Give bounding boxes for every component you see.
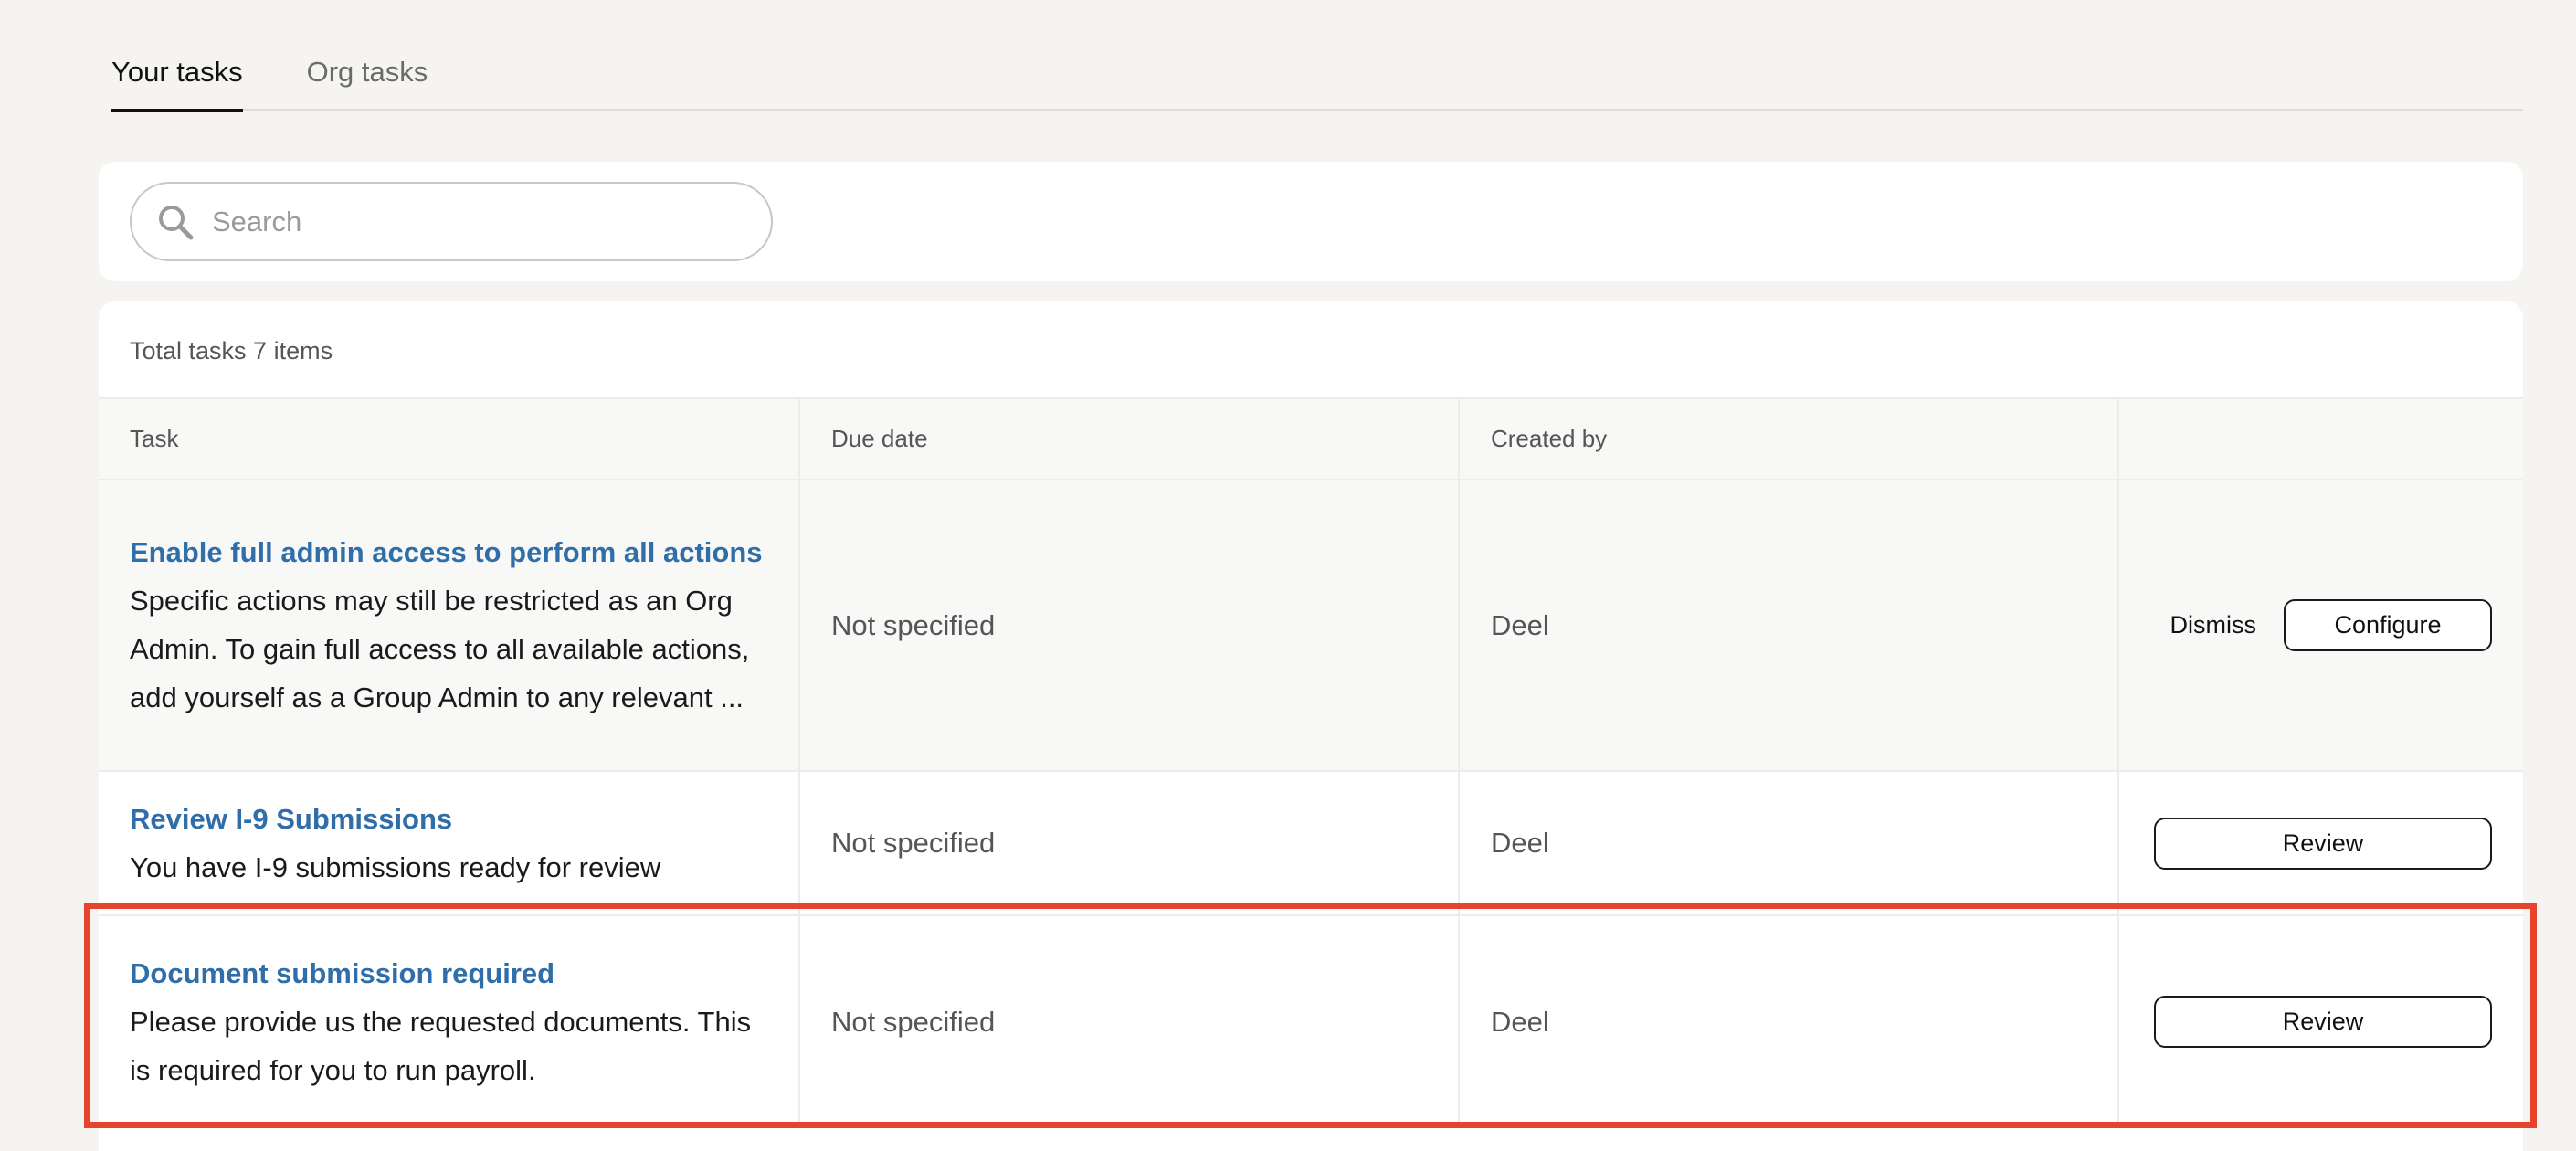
header-actions bbox=[2119, 399, 2523, 479]
search-box[interactable] bbox=[130, 182, 773, 261]
task-title-link[interactable]: Document submission required bbox=[130, 950, 798, 998]
due-date: Not specified bbox=[831, 1005, 996, 1038]
due-date: Not specified bbox=[831, 827, 996, 859]
created-by-cell: Deel bbox=[1460, 772, 2119, 914]
search-icon bbox=[159, 205, 194, 239]
header-created-by: Created by bbox=[1460, 399, 2119, 479]
header-due-date: Due date bbox=[800, 399, 1460, 479]
task-description: Specific actions may still be restricted… bbox=[130, 585, 750, 713]
created-by: Deel bbox=[1491, 608, 1549, 641]
tab-your-tasks[interactable]: Your tasks bbox=[111, 37, 243, 112]
table-header: Task Due date Created by bbox=[99, 397, 2523, 479]
created-by-cell: Deel bbox=[1460, 916, 2119, 1127]
actions-cell: Review bbox=[2119, 916, 2523, 1127]
task-cell: Enable full admin access to perform all … bbox=[99, 480, 800, 770]
table-row: Enable full admin access to perform all … bbox=[99, 479, 2523, 770]
configure-button[interactable]: Configure bbox=[2284, 599, 2492, 651]
task-title-link[interactable]: Enable full admin access to perform all … bbox=[130, 529, 798, 576]
due-date-cell: Not specified bbox=[800, 916, 1460, 1127]
search-input[interactable] bbox=[212, 205, 723, 238]
task-cell: Review I-9 Submissions You have I-9 subm… bbox=[99, 772, 800, 914]
row-actions: Dismiss Configure bbox=[2170, 599, 2492, 651]
header-task: Task bbox=[99, 399, 800, 479]
task-cell: Document submission required Please prov… bbox=[99, 916, 800, 1127]
task-title-link[interactable]: Review I-9 Submissions bbox=[130, 796, 798, 843]
task-description: Please provide us the requested document… bbox=[130, 1005, 752, 1086]
tab-org-tasks[interactable]: Org tasks bbox=[307, 37, 428, 111]
due-date-cell: Not specified bbox=[800, 480, 1460, 770]
task-description: You have I-9 submissions ready for revie… bbox=[130, 850, 661, 883]
created-by: Deel bbox=[1491, 827, 1549, 859]
search-card bbox=[99, 162, 2523, 281]
table-row: Review I-9 Submissions You have I-9 subm… bbox=[99, 770, 2523, 914]
dismiss-button[interactable]: Dismiss bbox=[2170, 611, 2257, 639]
total-tasks-label: Total tasks 7 items bbox=[130, 337, 333, 364]
created-by-cell: Deel bbox=[1460, 480, 2119, 770]
tab-bar: Your tasks Org tasks bbox=[111, 37, 2523, 112]
review-button[interactable]: Review bbox=[2154, 817, 2492, 870]
created-by: Deel bbox=[1491, 1005, 1549, 1038]
actions-cell: Review bbox=[2119, 772, 2523, 914]
actions-cell: Dismiss Configure bbox=[2119, 480, 2523, 770]
due-date-cell: Not specified bbox=[800, 772, 1460, 914]
table-row: Document submission required Please prov… bbox=[99, 914, 2523, 1127]
due-date: Not specified bbox=[831, 608, 996, 641]
review-button[interactable]: Review bbox=[2154, 996, 2492, 1048]
tasks-table: Total tasks 7 items Task Due date Create… bbox=[99, 301, 2523, 1151]
